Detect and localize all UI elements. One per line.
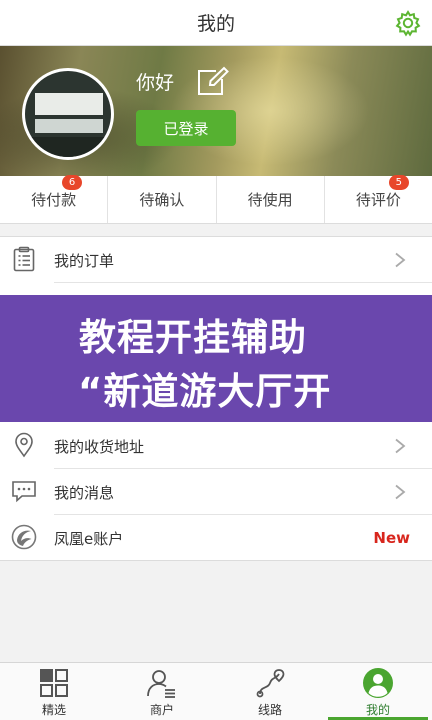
- tab-pending-payment[interactable]: 待付款 6: [0, 175, 109, 223]
- count-badge: 5: [388, 175, 409, 190]
- top-bar: 我的: [0, 0, 432, 46]
- nav-routes[interactable]: 线路: [216, 663, 324, 720]
- nav-label: 商户: [149, 703, 174, 717]
- menu-item-messages[interactable]: 我的消息: [0, 469, 432, 515]
- avatar[interactable]: [22, 68, 114, 160]
- avatar-photo-floor: [25, 137, 111, 157]
- profile-banner: 你好 已登录: [0, 46, 432, 176]
- tab-label: 待付款: [31, 191, 77, 209]
- grid-icon: [40, 669, 68, 697]
- clipboard-icon: [13, 246, 35, 272]
- order-status-bar: 待付款 6 待确认 待使用 待评价 5: [0, 175, 432, 224]
- nav-label: 我的: [365, 703, 390, 717]
- chevron-right-icon: [395, 484, 406, 500]
- promo-line-1: 教程开挂辅助: [79, 316, 307, 359]
- avatar-photo-screen: [35, 93, 103, 115]
- nav-featured[interactable]: 精选: [0, 663, 108, 720]
- message-icon: [12, 481, 36, 503]
- merchant-user-icon: [147, 670, 175, 698]
- promo-line-2: “新道游大厅开: [78, 370, 332, 413]
- tab-pending-confirm[interactable]: 待确认: [108, 176, 217, 223]
- tab-label: 待评价: [355, 191, 401, 209]
- bottom-nav: 精选 商户 线路 我的: [0, 662, 432, 720]
- gear-icon[interactable]: [394, 9, 422, 37]
- menu-item-label: 我的收货地址: [54, 437, 145, 456]
- phoenix-logo-icon: [11, 524, 37, 550]
- menu-item-address[interactable]: 我的收货地址: [0, 423, 432, 469]
- tab-label: 待确认: [139, 191, 185, 209]
- nav-merchants[interactable]: 商户: [108, 663, 216, 720]
- chevron-right-icon: [395, 438, 406, 454]
- promo-overlay-banner[interactable]: 教程开挂辅助 “新道游大厅开: [0, 295, 432, 422]
- menu-item-label: 我的消息: [54, 483, 115, 502]
- login-status-button[interactable]: 已登录: [136, 110, 236, 146]
- tab-label: 待使用: [247, 191, 293, 209]
- new-badge: New: [373, 529, 410, 547]
- nav-label: 线路: [257, 703, 282, 717]
- location-pin-icon: [15, 432, 33, 458]
- menu-item-my-orders[interactable]: 我的订单: [0, 237, 432, 283]
- user-circle-icon: [363, 668, 393, 698]
- chevron-right-icon: [395, 252, 406, 268]
- count-badge: 6: [62, 175, 82, 190]
- divider: [54, 282, 432, 283]
- menu-item-label: 我的订单: [54, 251, 115, 270]
- page-title: 我的: [196, 13, 235, 35]
- route-icon: [256, 669, 285, 698]
- edit-icon[interactable]: [196, 65, 230, 97]
- nav-me[interactable]: 我的: [324, 663, 432, 720]
- menu-item-e-account[interactable]: 凤凰e账户 New: [0, 515, 432, 561]
- tab-pending-review[interactable]: 待评价 5: [325, 175, 432, 223]
- greeting-text: 你好: [136, 72, 175, 94]
- tab-pending-use[interactable]: 待使用: [217, 176, 325, 223]
- menu-item-label: 凤凰e账户: [54, 529, 124, 548]
- avatar-photo-panel: [35, 119, 103, 133]
- nav-label: 精选: [41, 703, 66, 717]
